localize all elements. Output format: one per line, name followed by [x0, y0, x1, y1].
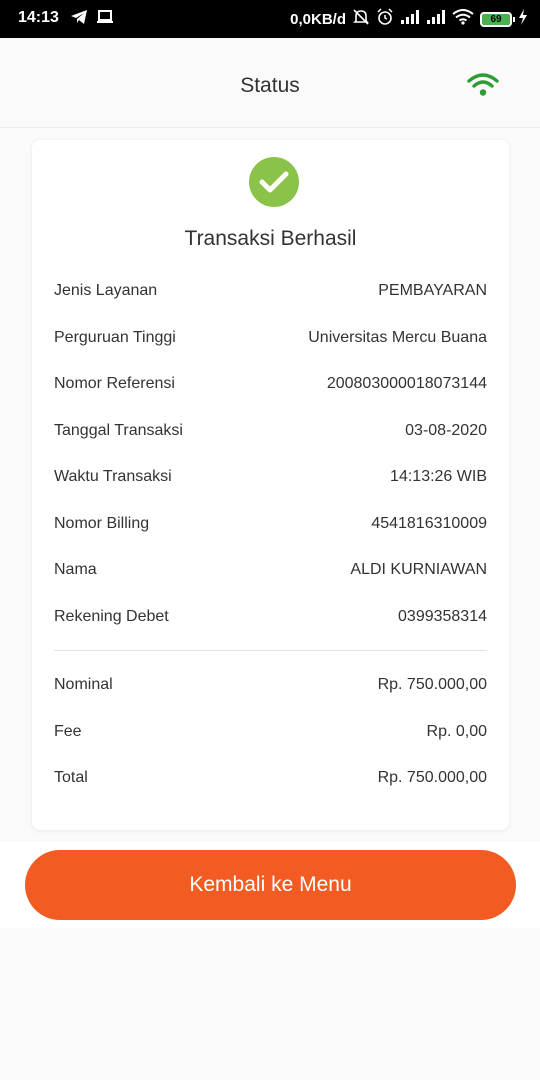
detail-row-service-type: Jenis Layanan PEMBAYARAN	[54, 268, 487, 315]
amount-label: Total	[54, 769, 88, 787]
detail-label: Tanggal Transaksi	[54, 421, 183, 439]
detail-value: Universitas Mercu Buana	[308, 328, 487, 346]
detail-value: 14:13:26 WIB	[390, 468, 487, 486]
detail-row-university: Perguruan Tinggi Universitas Mercu Buana	[54, 315, 487, 362]
amount-label: Fee	[54, 722, 82, 740]
detail-value: 03-08-2020	[405, 421, 487, 439]
detail-row-debit-account: Rekening Debet 0399358314	[54, 594, 487, 641]
detail-value: 200803000018073144	[326, 375, 487, 393]
transaction-status-title: Transaksi Berhasil	[184, 227, 357, 250]
amount-value: Rp. 750.000,00	[377, 676, 487, 694]
battery-icon: 69	[480, 11, 515, 27]
amount-value: Rp. 750.000,00	[377, 769, 487, 787]
detail-label: Rekening Debet	[54, 607, 169, 625]
detail-row-transaction-time: Waktu Transaksi 14:13:26 WIB	[54, 454, 487, 501]
receipt-card: Transaksi Berhasil Jenis Layanan PEMBAYA…	[32, 140, 509, 830]
network-speed: 0,0KB/d	[290, 10, 346, 28]
alarm-icon	[376, 8, 394, 30]
detail-row-reference-number: Nomor Referensi 200803000018073144	[54, 361, 487, 408]
divider	[54, 650, 487, 651]
laptop-icon	[96, 9, 114, 30]
detail-value: 4541816310009	[371, 514, 487, 532]
detail-row-name: Nama ALDI KURNIAWAN	[54, 547, 487, 594]
detail-row-billing-number: Nomor Billing 4541816310009	[54, 501, 487, 548]
signal-icon	[400, 9, 420, 29]
detail-value: PEMBAYARAN	[378, 282, 487, 300]
amount-row-nominal: Nominal Rp. 750.000,00	[54, 662, 487, 709]
wifi-icon	[466, 72, 500, 103]
back-to-menu-button[interactable]: Kembali ke Menu	[25, 850, 516, 920]
amount-value: Rp. 0,00	[426, 722, 487, 740]
amount-row-total: Total Rp. 750.000,00	[54, 755, 487, 802]
detail-label: Waktu Transaksi	[54, 468, 172, 486]
signal-icon	[426, 9, 446, 29]
app-header: Status	[0, 38, 540, 128]
detail-list: Jenis Layanan PEMBAYARAN Perguruan Tingg…	[54, 268, 487, 802]
system-status-bar: 14:13 0,0KB/d 69	[0, 0, 540, 38]
bottom-action-bar: Kembali ke Menu	[0, 842, 540, 928]
detail-label: Nomor Referensi	[54, 375, 175, 393]
telegram-icon	[70, 9, 88, 30]
detail-label: Jenis Layanan	[54, 282, 158, 300]
check-circle-icon	[249, 157, 299, 207]
detail-row-transaction-date: Tanggal Transaksi 03-08-2020	[54, 408, 487, 455]
clock: 14:13	[18, 9, 59, 26]
detail-label: Perguruan Tinggi	[54, 328, 176, 346]
detail-label: Nomor Billing	[54, 514, 150, 532]
detail-label: Nama	[54, 561, 97, 579]
wifi-icon	[452, 9, 474, 29]
detail-value: 0399358314	[398, 607, 487, 625]
amount-label: Nominal	[54, 676, 113, 694]
mute-notification-icon	[352, 8, 370, 30]
amount-row-fee: Fee Rp. 0,00	[54, 709, 487, 756]
page-title: Status	[240, 74, 300, 97]
detail-value: ALDI KURNIAWAN	[350, 561, 487, 579]
charging-icon	[518, 9, 528, 29]
